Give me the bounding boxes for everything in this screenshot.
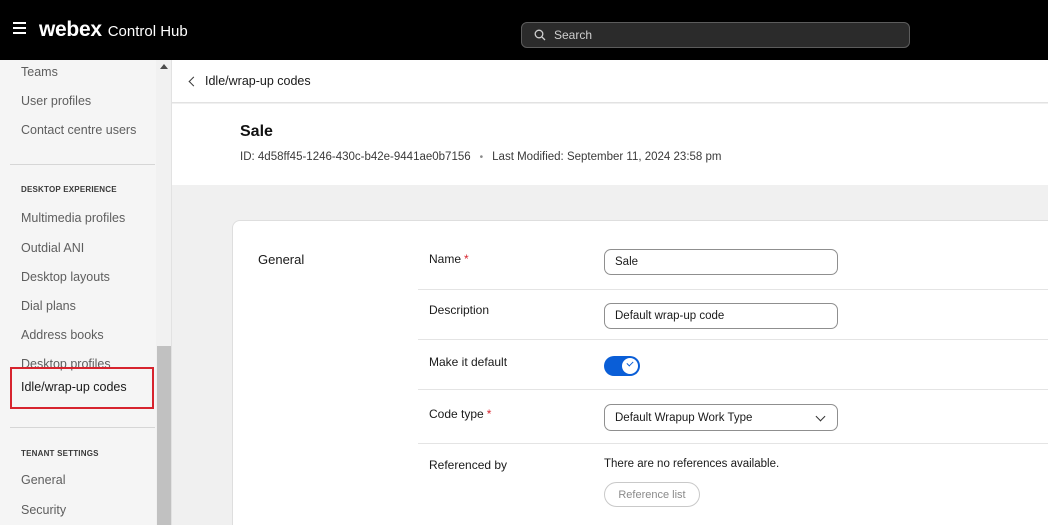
search-box[interactable] bbox=[521, 22, 910, 48]
reference-list-button[interactable]: Reference list bbox=[604, 482, 700, 507]
toggle-knob bbox=[622, 358, 638, 374]
brand[interactable]: webex Control Hub bbox=[39, 18, 188, 42]
breadcrumb: Idle/wrap-up codes bbox=[172, 60, 1048, 103]
sidebar-item-security[interactable]: Security bbox=[21, 503, 66, 517]
modified-value: September 11, 2024 23:58 pm bbox=[566, 151, 722, 163]
top-bar: webex Control Hub bbox=[0, 0, 1048, 60]
scroll-up-arrow-icon[interactable] bbox=[160, 64, 168, 69]
required-mark: * bbox=[486, 407, 492, 421]
section-label-general: General bbox=[258, 252, 305, 267]
search-icon bbox=[534, 29, 546, 41]
webex-logo: webex bbox=[39, 18, 102, 41]
description-label: Description bbox=[429, 303, 490, 317]
scrollbar-thumb[interactable] bbox=[157, 346, 171, 525]
sidebar-item-teams[interactable]: Teams bbox=[21, 65, 58, 79]
sidebar-item-address-books[interactable]: Address books bbox=[21, 328, 104, 342]
check-icon bbox=[626, 359, 634, 367]
name-label-text: Name bbox=[429, 252, 462, 266]
page-meta: ID: 4d58ff45-1246-430c-b42e-9441ae0b7156… bbox=[240, 151, 721, 163]
code-type-label-text: Code type bbox=[429, 407, 484, 421]
general-card: General Name* Description Make it defaul… bbox=[232, 220, 1048, 525]
sidebar: Teams User profiles Contact centre users… bbox=[0, 60, 172, 525]
sidebar-divider bbox=[10, 427, 155, 428]
sidebar-item-dial-plans[interactable]: Dial plans bbox=[21, 299, 76, 313]
row-divider bbox=[418, 389, 1048, 390]
modified-label: Last Modified: bbox=[492, 151, 564, 163]
default-label: Make it default bbox=[429, 355, 508, 369]
search-input[interactable] bbox=[554, 28, 874, 42]
section-title-desktop-experience: DESKTOP EXPERIENCE bbox=[21, 185, 117, 194]
sidebar-item-desktop-layouts[interactable]: Desktop layouts bbox=[21, 270, 110, 284]
meta-separator: • bbox=[479, 151, 484, 163]
sidebar-divider bbox=[10, 164, 155, 165]
make-default-toggle[interactable] bbox=[604, 356, 640, 376]
sidebar-item-user-profiles[interactable]: User profiles bbox=[21, 94, 91, 108]
sidebar-item-idle-wrap-up-codes[interactable]: Idle/wrap-up codes bbox=[10, 367, 154, 409]
referenced-by-label: Referenced by bbox=[429, 458, 508, 472]
row-divider bbox=[418, 339, 1048, 340]
sidebar-item-label: Idle/wrap-up codes bbox=[21, 380, 127, 394]
chevron-down-icon bbox=[815, 411, 826, 422]
id-label: ID: bbox=[240, 151, 255, 163]
sidebar-item-general[interactable]: General bbox=[21, 473, 65, 487]
sidebar-item-contact-centre-users[interactable]: Contact centre users bbox=[21, 123, 136, 137]
row-divider bbox=[418, 443, 1048, 444]
page-header: Sale ID: 4d58ff45-1246-430c-b42e-9441ae0… bbox=[172, 104, 1048, 185]
sidebar-item-multimedia-profiles[interactable]: Multimedia profiles bbox=[21, 211, 125, 225]
back-chevron-icon[interactable] bbox=[188, 76, 199, 86]
code-type-select[interactable]: Default Wrapup Work Type bbox=[604, 404, 838, 431]
code-type-label: Code type * bbox=[429, 407, 491, 421]
references-empty-text: There are no references available. bbox=[604, 458, 780, 470]
page-title: Sale bbox=[240, 123, 273, 140]
required-mark: * bbox=[464, 252, 469, 266]
menu-icon[interactable] bbox=[13, 22, 26, 34]
back-link[interactable]: Idle/wrap-up codes bbox=[205, 74, 311, 88]
description-field[interactable] bbox=[604, 303, 838, 329]
section-title-tenant-settings: TENANT SETTINGS bbox=[21, 449, 99, 458]
product-name: Control Hub bbox=[107, 23, 188, 40]
row-divider bbox=[418, 289, 1048, 290]
main-content: Idle/wrap-up codes Sale ID: 4d58ff45-124… bbox=[172, 60, 1048, 525]
code-type-value: Default Wrapup Work Type bbox=[615, 411, 753, 424]
name-label: Name * bbox=[429, 252, 469, 266]
id-value: 4d58ff45-1246-430c-b42e-9441ae0b7156 bbox=[257, 151, 471, 163]
sidebar-item-outdial-ani[interactable]: Outdial ANI bbox=[21, 241, 84, 255]
name-field[interactable] bbox=[604, 249, 838, 275]
